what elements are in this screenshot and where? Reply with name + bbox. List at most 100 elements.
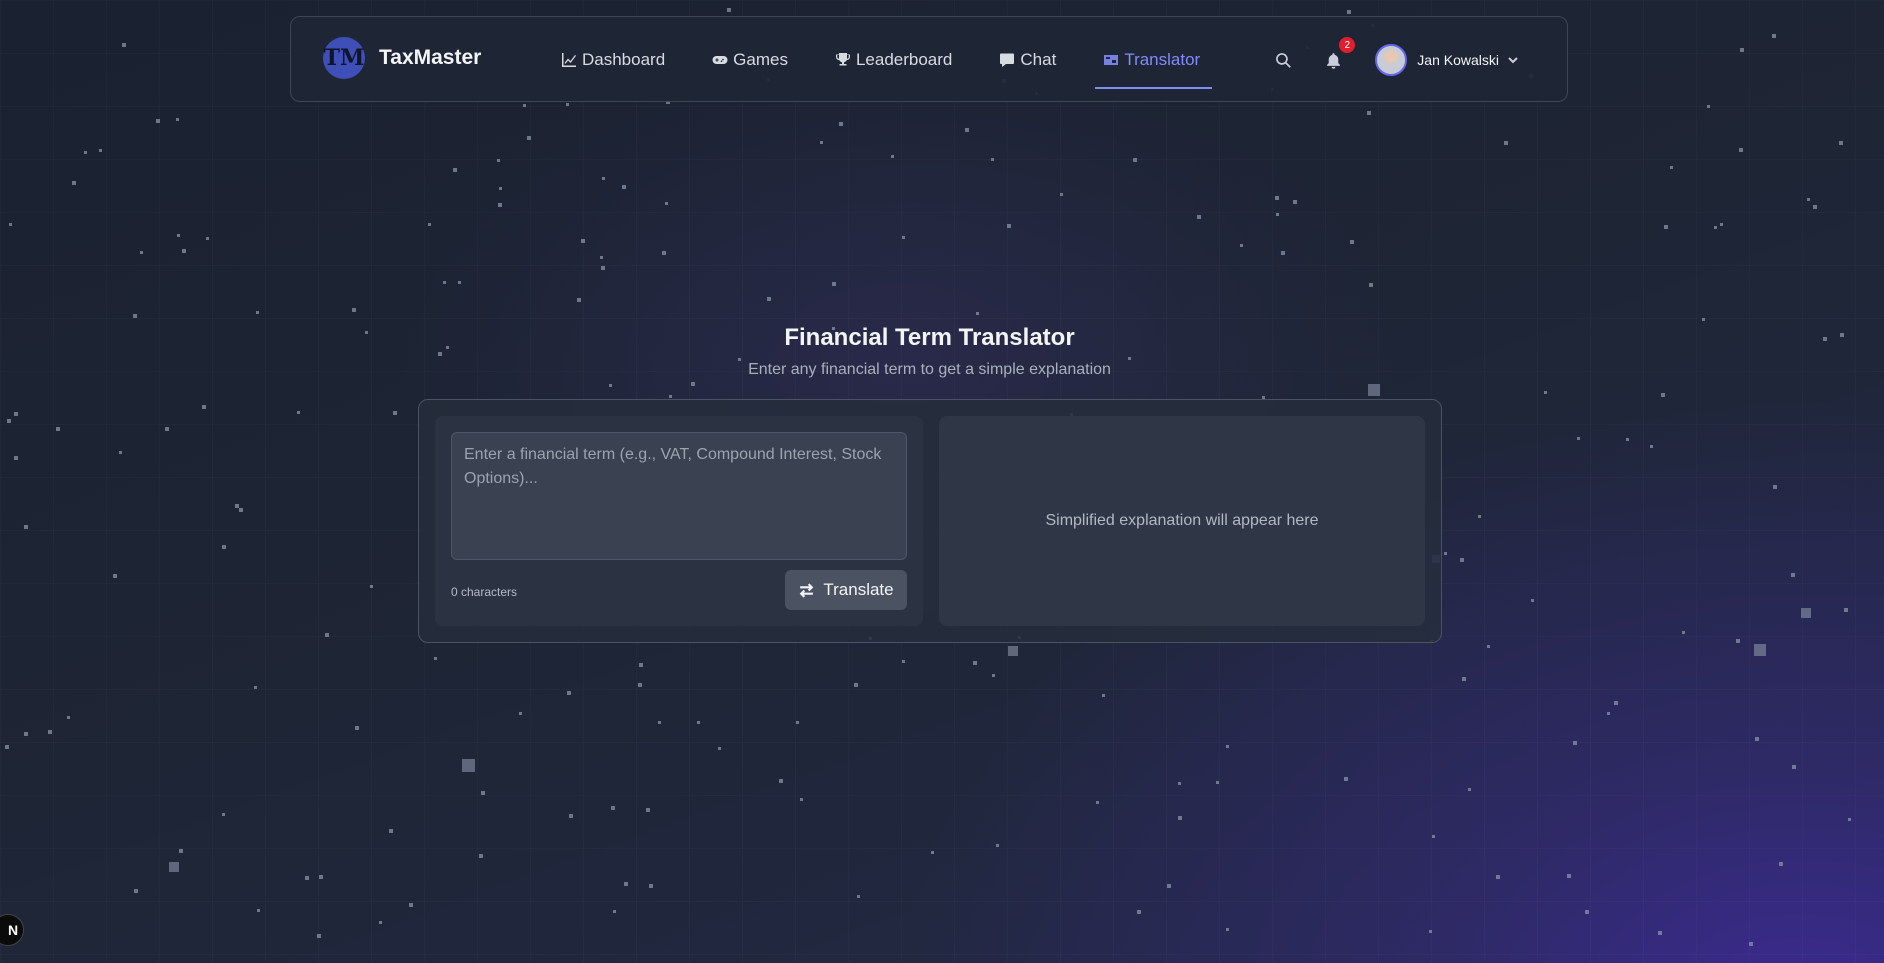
star — [1779, 862, 1783, 866]
star — [1773, 485, 1777, 489]
star — [48, 730, 52, 734]
translate-button-label: Translate — [823, 580, 894, 599]
star — [156, 119, 160, 123]
star — [1531, 599, 1534, 602]
star — [523, 104, 526, 107]
star — [1008, 646, 1018, 656]
star — [567, 691, 571, 695]
star — [443, 281, 446, 284]
star — [134, 889, 138, 893]
star — [1368, 384, 1380, 396]
star — [1478, 515, 1481, 518]
star — [691, 382, 695, 386]
star — [438, 352, 442, 356]
star — [1496, 875, 1500, 879]
brand[interactable]: TM TaxMaster — [323, 37, 481, 79]
page-subtitle: Enter any financial term to get a simple… — [748, 361, 1111, 378]
star — [182, 249, 186, 253]
nav-links: Dashboard Games Leaderboard Chat Transla… — [561, 17, 1247, 103]
star — [1468, 788, 1471, 791]
star — [370, 585, 373, 588]
star — [1293, 200, 1297, 204]
star — [1096, 801, 1099, 804]
star — [1432, 835, 1435, 838]
output-placeholder: Simplified explanation will appear here — [1045, 512, 1319, 529]
star — [1007, 224, 1011, 228]
star — [325, 633, 329, 637]
star — [665, 202, 668, 205]
star — [1650, 445, 1653, 448]
star — [1749, 942, 1753, 946]
star — [658, 721, 661, 724]
dev-tools-badge[interactable]: N — [0, 914, 24, 946]
nav-link-games[interactable]: Games — [712, 17, 788, 103]
star — [1707, 105, 1710, 108]
star — [72, 181, 76, 185]
term-input[interactable] — [451, 432, 907, 560]
star — [177, 234, 180, 237]
star — [1240, 244, 1243, 247]
chevron-down-icon — [1508, 57, 1518, 64]
star — [839, 122, 843, 126]
star — [577, 298, 581, 302]
star — [1137, 910, 1141, 914]
star — [1350, 240, 1354, 244]
star — [779, 779, 783, 783]
star — [1226, 928, 1229, 931]
star — [133, 314, 137, 318]
nav-link-label: Games — [733, 50, 788, 69]
star — [297, 411, 300, 414]
star — [497, 159, 500, 162]
star — [1755, 737, 1759, 741]
star — [613, 910, 616, 913]
star — [1133, 158, 1137, 162]
star — [179, 849, 183, 853]
star — [1844, 608, 1848, 612]
translate-button[interactable]: Translate — [785, 570, 907, 610]
star — [727, 8, 731, 12]
star — [1714, 226, 1717, 229]
nav-link-dashboard[interactable]: Dashboard — [561, 17, 665, 103]
brand-name: TaxMaster — [379, 46, 482, 69]
star — [1702, 318, 1705, 321]
star — [1585, 910, 1589, 914]
star — [1739, 148, 1743, 152]
nav-link-chat[interactable]: Chat — [999, 17, 1056, 103]
nav-link-label: Leaderboard — [855, 50, 953, 69]
star — [622, 185, 626, 189]
star — [527, 136, 531, 140]
star — [1661, 393, 1665, 397]
star — [976, 312, 979, 315]
avatar — [1375, 44, 1408, 76]
search-button[interactable] — [1271, 48, 1295, 72]
star — [1226, 745, 1229, 748]
nav-actions: 2 Jan Kowalski — [1271, 17, 1519, 103]
star — [352, 308, 356, 312]
star — [9, 223, 12, 226]
star — [479, 854, 483, 858]
star — [355, 726, 359, 730]
star — [1178, 782, 1181, 785]
star — [254, 686, 257, 689]
star — [891, 155, 894, 158]
chart-line-icon — [562, 53, 576, 67]
star — [1658, 931, 1662, 935]
star — [1102, 694, 1105, 697]
star — [602, 177, 605, 180]
star — [902, 660, 905, 663]
nav-link-leaderboard[interactable]: Leaderboard — [835, 17, 952, 103]
nav-link-translator[interactable]: Translator — [1095, 17, 1213, 103]
nav-link-label: Translator — [1124, 50, 1201, 69]
star — [601, 266, 605, 270]
star — [639, 663, 643, 667]
star — [169, 862, 179, 872]
star — [379, 921, 382, 924]
star — [389, 829, 393, 833]
logo-icon: TM — [323, 37, 365, 79]
star — [1216, 781, 1219, 784]
star — [1670, 166, 1673, 169]
star — [84, 151, 87, 154]
star — [1801, 608, 1811, 618]
notifications-button[interactable]: 2 — [1321, 37, 1356, 72]
user-menu[interactable]: Jan Kowalski — [1375, 44, 1519, 76]
